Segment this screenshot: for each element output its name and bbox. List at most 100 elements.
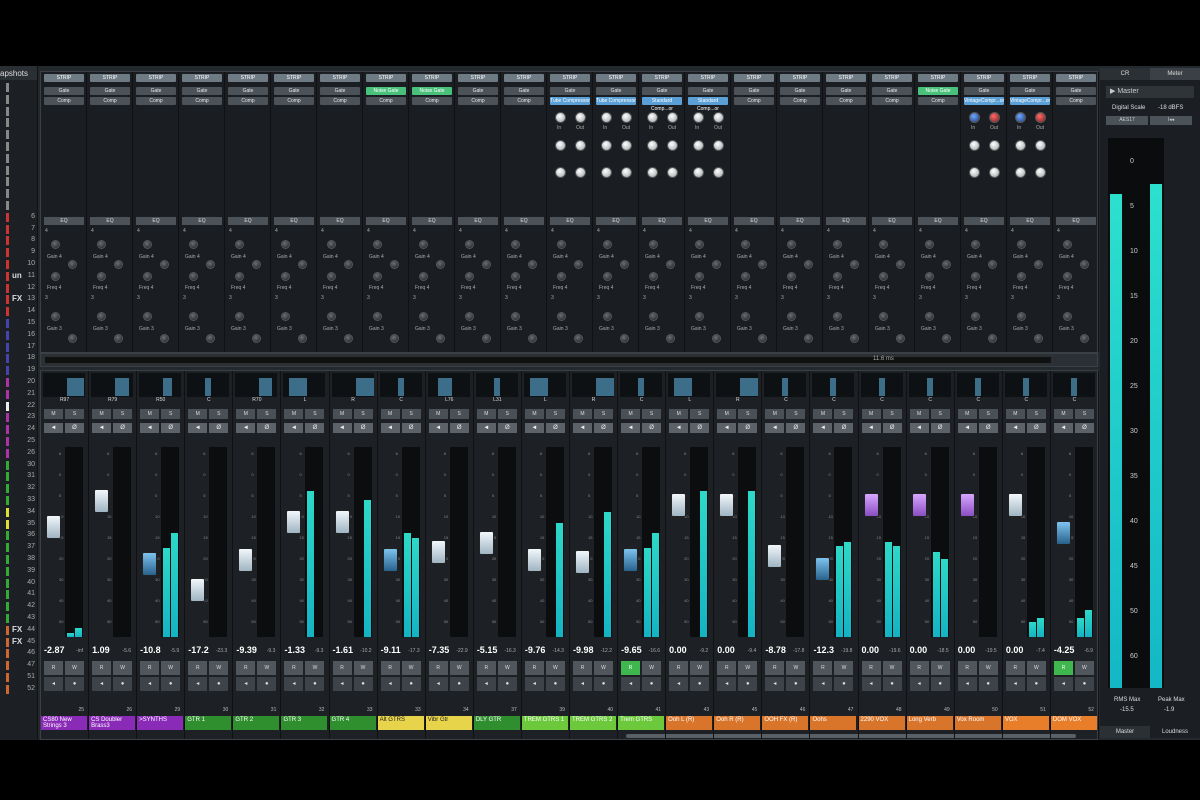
q-4-knob[interactable]	[1034, 260, 1043, 269]
snapshot-row[interactable]: 32	[0, 483, 38, 494]
mute-button[interactable]: M	[765, 409, 785, 419]
write-automation-button[interactable]: W	[401, 661, 421, 675]
read-automation-button[interactable]: R	[236, 661, 256, 675]
strip-button[interactable]: STRIP	[872, 74, 912, 82]
comp-slot[interactable]: Comp	[228, 97, 268, 105]
snapshot-row[interactable]: 41	[0, 589, 38, 600]
snapshot-row[interactable]: 34	[0, 507, 38, 518]
gain-4-knob[interactable]	[189, 240, 198, 249]
compressor-knob[interactable]	[989, 140, 1000, 151]
comp-slot[interactable]: Comp	[44, 97, 84, 105]
record-icon[interactable]: ●	[161, 677, 181, 691]
snapshot-row[interactable]: 46	[0, 648, 38, 659]
strip-button[interactable]: STRIP	[90, 74, 130, 82]
monitor-button[interactable]: ◄	[573, 423, 592, 433]
q-3-knob[interactable]	[436, 334, 445, 343]
record-icon[interactable]: ●	[1074, 677, 1094, 691]
snapshot-row[interactable]	[0, 188, 38, 199]
mute-button[interactable]: M	[44, 409, 63, 419]
write-automation-button[interactable]: W	[497, 661, 517, 675]
gate-slot[interactable]: Noise Gate	[918, 87, 958, 95]
comp-slot[interactable]: Comp	[320, 97, 360, 105]
fader-handle[interactable]	[575, 549, 590, 574]
snapshot-row[interactable]: un 11	[0, 271, 38, 282]
pan-control[interactable]	[668, 373, 711, 397]
track-name[interactable]: OOH FX (R)	[762, 716, 809, 730]
snapshot-row[interactable]	[0, 82, 38, 93]
pan-control[interactable]	[475, 373, 518, 397]
compressor-knob[interactable]	[575, 112, 586, 123]
q-4-knob[interactable]	[942, 260, 951, 269]
pan-control[interactable]	[283, 373, 326, 397]
freq-4-knob[interactable]	[787, 272, 796, 281]
pan-control[interactable]	[187, 373, 230, 397]
q-3-knob[interactable]	[758, 334, 767, 343]
snapshot-row[interactable]: 47	[0, 660, 38, 671]
input-icon[interactable]: ◂	[621, 677, 641, 691]
pan-control[interactable]	[1052, 373, 1095, 397]
record-icon[interactable]: ●	[353, 677, 373, 691]
snapshot-row[interactable]: 10	[0, 259, 38, 270]
eq-button[interactable]: EQ	[1010, 217, 1050, 225]
track-name[interactable]: 2290 VOX	[858, 716, 905, 730]
comp-slot[interactable]: Comp	[412, 97, 452, 105]
gain-3-knob[interactable]	[189, 312, 198, 321]
strip-button[interactable]: STRIP	[596, 74, 636, 82]
fader-handle[interactable]	[719, 492, 735, 517]
write-automation-button[interactable]: W	[834, 661, 854, 675]
track-name[interactable]: GTR 1	[185, 716, 232, 730]
volume-value[interactable]: -17.2 -23.3	[185, 645, 231, 655]
comp-slot[interactable]: Comp	[366, 97, 406, 105]
gate-slot[interactable]: Gate	[688, 87, 728, 95]
gain-3-knob[interactable]	[327, 312, 336, 321]
write-automation-button[interactable]: W	[353, 661, 373, 675]
q-4-knob[interactable]	[482, 260, 491, 269]
tab-meter[interactable]: Meter	[1150, 68, 1200, 80]
gain-3-knob[interactable]	[511, 312, 520, 321]
monitor-button[interactable]: ◄	[92, 423, 112, 433]
track-name[interactable]: GTR 2	[233, 716, 280, 730]
q-4-knob[interactable]	[712, 260, 721, 269]
snapshot-row[interactable]	[0, 200, 38, 211]
monitor-button[interactable]: ◄	[524, 423, 544, 433]
input-icon[interactable]: ◂	[1005, 677, 1025, 691]
gain-4-knob[interactable]	[649, 240, 658, 249]
input-icon[interactable]: ◂	[92, 677, 112, 691]
eq-button[interactable]: EQ	[274, 217, 314, 225]
q-3-knob[interactable]	[942, 334, 951, 343]
snapshot-row[interactable]: 36	[0, 530, 38, 541]
gain-3-knob[interactable]	[419, 312, 428, 321]
read-automation-button[interactable]: R	[861, 661, 881, 675]
solo-button[interactable]: S	[209, 409, 229, 419]
track-name[interactable]: GTR 3	[281, 716, 328, 730]
input-icon[interactable]: ◂	[573, 677, 592, 691]
compressor-knob[interactable]	[621, 167, 632, 178]
gain-3-knob[interactable]	[787, 312, 796, 321]
q-3-knob[interactable]	[896, 334, 905, 343]
input-icon[interactable]: ◂	[957, 677, 977, 691]
compressor-knob[interactable]	[601, 140, 612, 151]
snapshot-row[interactable]: 9	[0, 247, 38, 258]
gain-3-knob[interactable]	[51, 312, 60, 321]
phase-button[interactable]: Ø	[449, 423, 469, 433]
mute-button[interactable]: M	[669, 409, 689, 419]
solo-button[interactable]: S	[594, 409, 613, 419]
pan-control[interactable]	[235, 373, 278, 397]
volume-value[interactable]: 0.00 -9.2	[666, 645, 712, 655]
input-icon[interactable]: ◂	[140, 677, 160, 691]
freq-4-knob[interactable]	[649, 272, 658, 281]
snapshot-row[interactable]: FX 13	[0, 294, 38, 305]
gate-slot[interactable]: Gate	[504, 87, 544, 95]
q-3-knob[interactable]	[620, 334, 629, 343]
snapshot-row[interactable]	[0, 94, 38, 105]
gain-4-knob[interactable]	[97, 240, 106, 249]
gain-3-knob[interactable]	[925, 312, 934, 321]
fader-handle[interactable]	[286, 509, 302, 534]
write-automation-button[interactable]: W	[930, 661, 950, 675]
gate-slot[interactable]: Gate	[274, 87, 314, 95]
strip-button[interactable]: STRIP	[734, 74, 774, 82]
pan-control[interactable]	[620, 373, 663, 397]
read-automation-button[interactable]: R	[1053, 661, 1073, 675]
write-automation-button[interactable]: W	[1026, 661, 1046, 675]
volume-value[interactable]: -5.15 -16.3	[474, 645, 520, 655]
